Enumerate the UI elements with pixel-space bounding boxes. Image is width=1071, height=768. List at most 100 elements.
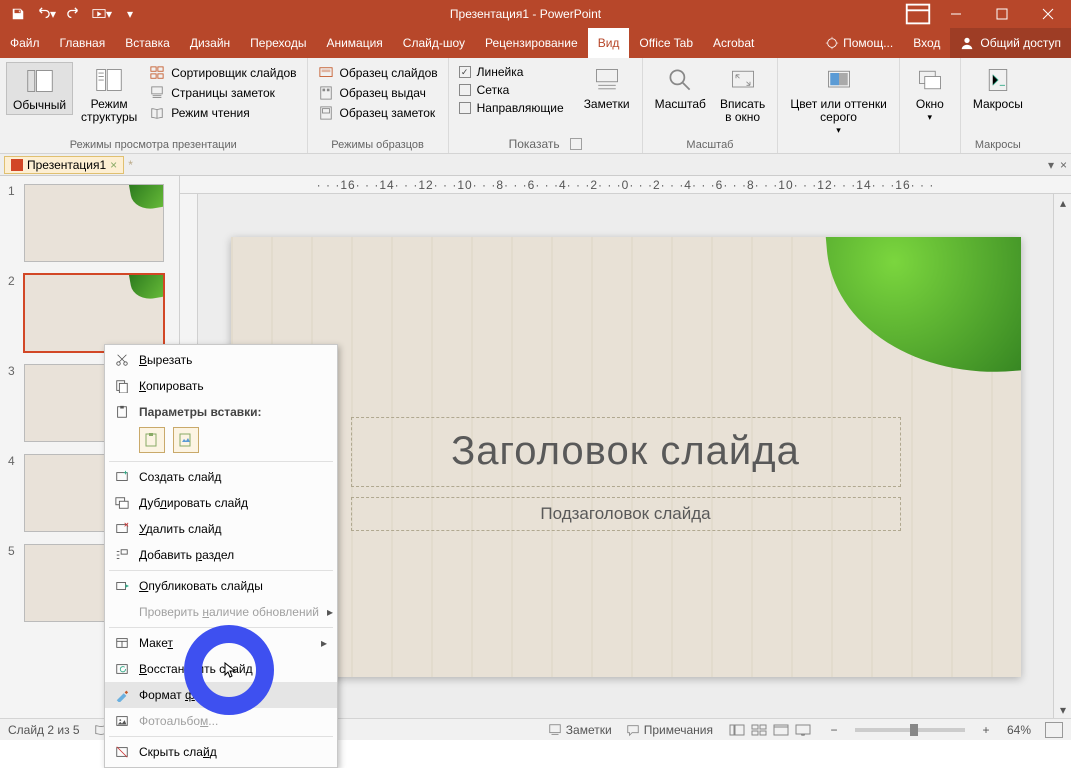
ctx-publish-slides[interactable]: Опубликовать слайды (105, 573, 337, 599)
macros-icon (982, 64, 1014, 96)
ctx-layout-label: Макет (139, 636, 313, 650)
window-controls (933, 0, 1071, 28)
tabbar-dropdown-icon[interactable]: ▾ (1048, 158, 1054, 172)
close-button[interactable] (1025, 0, 1071, 28)
slide-sorter-button[interactable]: Сортировщик слайдов (145, 64, 300, 82)
share-button[interactable]: Общий доступ (950, 28, 1071, 58)
reading-view-label: Режим чтения (171, 106, 249, 120)
ctx-add-section[interactable]: Добавить раздел (105, 542, 337, 568)
thumb-number: 4 (8, 454, 18, 532)
horizontal-ruler[interactable]: · · ·16· · ·14· · ·12· · ·10· · ·8· · ·6… (180, 176, 1071, 194)
minimize-button[interactable] (933, 0, 979, 28)
title-placeholder[interactable]: Заголовок слайда (351, 417, 901, 487)
normal-view-button[interactable]: Обычный (6, 62, 73, 115)
paste-picture[interactable] (173, 427, 199, 453)
paste-use-destination-theme[interactable] (139, 427, 165, 453)
status-slide-counter[interactable]: Слайд 2 из 5 (8, 723, 80, 737)
maximize-button[interactable] (979, 0, 1025, 28)
status-notes-button[interactable]: Заметки (548, 723, 612, 737)
status-notes-label: Заметки (566, 723, 612, 737)
tell-me-label: Помощ... (843, 36, 893, 50)
tab-acrobat[interactable]: Acrobat (703, 28, 764, 58)
reading-view-status-button[interactable] (771, 722, 791, 738)
format-background-icon (113, 686, 131, 704)
start-slideshow-button[interactable]: ▾ (90, 3, 114, 25)
redo-button[interactable] (62, 3, 86, 25)
zoom-in-button[interactable]: + (979, 723, 993, 737)
thumb-number: 2 (8, 274, 18, 352)
notes-icon (591, 64, 623, 96)
group-color-grayscale-title (784, 139, 893, 153)
ctx-cut[interactable]: Вырезать (105, 347, 337, 373)
new-document-tab-button[interactable]: * (128, 158, 133, 172)
slide[interactable]: Заголовок слайда Подзаголовок слайда (231, 237, 1021, 677)
notes-master-button[interactable]: Образец заметок (314, 104, 442, 122)
tab-animations[interactable]: Анимация (316, 28, 392, 58)
tab-transitions[interactable]: Переходы (240, 28, 316, 58)
tab-slideshow[interactable]: Слайд-шоу (393, 28, 475, 58)
status-comments-label: Примечания (644, 723, 713, 737)
outline-view-button[interactable]: Режим структуры (75, 62, 143, 126)
zoom-slider[interactable] (855, 728, 965, 732)
ribbon-display-options[interactable] (903, 0, 933, 28)
dialog-launcher-icon[interactable] (570, 138, 582, 150)
signin-button[interactable]: Вход (903, 28, 950, 58)
ctx-hide-slide[interactable]: Скрыть слайд (105, 739, 337, 765)
zoom-button[interactable]: Масштаб (649, 62, 712, 113)
scroll-up-icon[interactable]: ▴ (1054, 194, 1071, 212)
paste-icon (113, 403, 131, 421)
tell-me-button[interactable]: Помощ... (815, 28, 903, 58)
document-tab[interactable]: Презентация1 × (4, 156, 124, 174)
tab-home[interactable]: Главная (50, 28, 116, 58)
color-grayscale-icon (823, 64, 855, 96)
sorter-view-status-button[interactable] (749, 722, 769, 738)
slide-master-button[interactable]: Образец слайдов (314, 64, 442, 82)
reading-view-button[interactable]: Режим чтения (145, 104, 300, 122)
zoom-out-button[interactable]: − (827, 723, 841, 737)
color-grayscale-button[interactable]: Цвет или оттенки серого ▾ (784, 62, 893, 139)
ctx-format-background[interactable]: Формат фона... (105, 682, 337, 708)
guides-checkbox[interactable]: Направляющие (455, 100, 568, 116)
tab-file[interactable]: Файл (0, 28, 50, 58)
normal-view-status-button[interactable] (727, 722, 747, 738)
slide-thumbnail[interactable] (24, 274, 164, 352)
share-label: Общий доступ (980, 36, 1061, 50)
status-comments-button[interactable]: Примечания (626, 723, 713, 737)
slide-background-leaf-decor (824, 237, 1021, 386)
tab-view[interactable]: Вид (588, 28, 630, 58)
handout-master-button[interactable]: Образец выдач (314, 84, 442, 102)
ctx-duplicate-slide[interactable]: Дублировать слайд (105, 490, 337, 516)
zoom-percent[interactable]: 64% (1007, 723, 1031, 737)
slideshow-status-button[interactable] (793, 722, 813, 738)
tab-review[interactable]: Рецензирование (475, 28, 588, 58)
ctx-copy[interactable]: Копировать (105, 373, 337, 399)
zoom-slider-knob[interactable] (910, 724, 918, 736)
notes-toggle-button[interactable]: Заметки (578, 62, 636, 113)
tab-design[interactable]: Дизайн (180, 28, 240, 58)
ctx-layout[interactable]: Макет ▸ (105, 630, 337, 656)
fit-to-window-status-button[interactable] (1045, 722, 1063, 738)
group-window-title (906, 137, 954, 151)
notes-page-button[interactable]: Страницы заметок (145, 84, 300, 102)
subtitle-placeholder[interactable]: Подзаголовок слайда (351, 497, 901, 531)
tabbar-close-icon[interactable]: × (1060, 158, 1067, 172)
ruler-checkbox[interactable]: Линейка (455, 64, 568, 80)
ctx-reset-slide[interactable]: Восстановить слайд (105, 656, 337, 682)
scroll-down-icon[interactable]: ▾ (1054, 701, 1071, 719)
submenu-arrow-icon: ▸ (321, 636, 327, 650)
vertical-scrollbar[interactable]: ▴ ▾ (1053, 194, 1071, 719)
document-tab-close-icon[interactable]: × (110, 158, 117, 172)
ctx-new-slide[interactable]: Создать слайд (105, 464, 337, 490)
tab-insert[interactable]: Вставка (115, 28, 180, 58)
ctx-delete-slide[interactable]: Удалить слайд (105, 516, 337, 542)
window-menu-button[interactable]: Окно ▾ (906, 62, 954, 126)
checkbox-icon (459, 66, 471, 78)
undo-button[interactable]: ▾ (34, 3, 58, 25)
tab-officetab[interactable]: Office Tab (629, 28, 703, 58)
qat-customize-button[interactable]: ▾ (118, 3, 142, 25)
gridlines-checkbox[interactable]: Сетка (455, 82, 568, 98)
macros-button[interactable]: Макросы (967, 62, 1029, 113)
save-button[interactable] (6, 3, 30, 25)
slide-thumbnail[interactable] (24, 184, 164, 262)
fit-to-window-button[interactable]: Вписать в окно (714, 62, 771, 126)
